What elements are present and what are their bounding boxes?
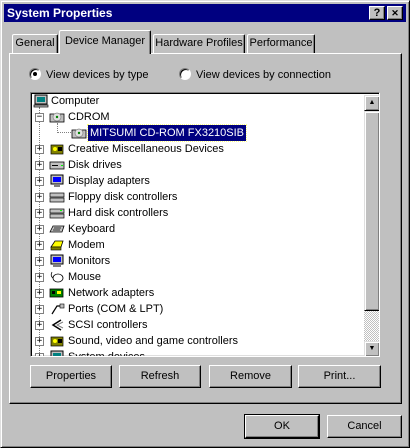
remove-button[interactable]: Remove — [209, 365, 292, 388]
arrow-up-icon: ▲ — [368, 99, 376, 106]
device-tree[interactable]: Computer − CDROM MITSUMI CD-ROM FX3210SI… — [30, 92, 380, 357]
expand-icon[interactable]: + — [35, 353, 44, 356]
tree-item-label: Floppy disk controllers — [68, 191, 178, 203]
expand-icon[interactable]: + — [35, 161, 44, 170]
port-icon — [51, 303, 65, 315]
scroll-up-button[interactable]: ▲ — [364, 95, 379, 111]
expand-icon[interactable]: + — [35, 289, 44, 298]
tree-scrollbar[interactable]: ▲ ▼ — [364, 95, 379, 356]
tree-item-label: Sound, video and game controllers — [68, 335, 238, 347]
system-properties-window: System Properties ? ✕ General Device Man… — [0, 0, 410, 448]
close-button[interactable]: ✕ — [387, 6, 403, 20]
expand-icon[interactable]: + — [35, 337, 44, 346]
keyboard-icon — [49, 225, 65, 233]
display-icon — [50, 174, 64, 187]
tab-general-label: General — [15, 37, 55, 49]
tree-item-label: Network adapters — [68, 287, 155, 299]
tab-performance-label: Performance — [249, 37, 313, 49]
expand-icon[interactable]: + — [35, 321, 44, 330]
cdrom-icon — [71, 128, 87, 139]
refresh-button[interactable]: Refresh — [119, 365, 201, 388]
help-button[interactable]: ? — [369, 6, 385, 20]
network-icon — [49, 288, 64, 298]
expand-icon[interactable]: + — [35, 145, 44, 154]
tab-hardware-profiles[interactable]: Hardware Profiles — [153, 34, 245, 53]
close-icon: ✕ — [391, 8, 399, 18]
tree-item-label: Monitors — [68, 255, 111, 267]
scsi-icon — [51, 319, 64, 331]
expand-icon[interactable]: + — [35, 225, 44, 234]
view-by-type-label[interactable]: View devices by type — [46, 68, 149, 82]
properties-button[interactable]: Properties — [30, 365, 112, 388]
disk-drive-icon — [49, 161, 65, 170]
title-bar[interactable]: System Properties ? ✕ — [4, 4, 406, 22]
tree-item-label: Display adapters — [68, 175, 150, 187]
tab-device-manager-label: Device Manager — [64, 35, 146, 47]
mouse-icon — [50, 271, 64, 283]
expand-icon[interactable]: + — [35, 257, 44, 266]
tree-item-label: Mouse — [68, 271, 102, 283]
sound-icon — [50, 336, 64, 347]
tab-device-manager[interactable]: Device Manager — [59, 30, 151, 54]
ok-button[interactable]: OK — [244, 414, 320, 439]
tree-item-label: Ports (COM & LPT) — [68, 303, 164, 315]
cdrom-icon — [49, 112, 65, 123]
cancel-button[interactable]: Cancel — [327, 415, 402, 438]
tree-item-label: Hard disk controllers — [68, 207, 169, 219]
arrow-down-icon: ▼ — [368, 345, 376, 352]
computer-icon — [50, 350, 64, 356]
expand-icon[interactable]: + — [35, 305, 44, 314]
scroll-thumb[interactable] — [364, 111, 379, 311]
expand-icon[interactable]: + — [35, 193, 44, 202]
window-title: System Properties — [7, 6, 113, 20]
expand-icon[interactable]: + — [35, 177, 44, 186]
expand-icon[interactable]: + — [35, 241, 44, 250]
tree-item-label: SCSI controllers — [68, 319, 148, 331]
view-by-connection-radio[interactable] — [179, 68, 191, 80]
view-by-connection-label[interactable]: View devices by connection — [196, 68, 331, 82]
tab-performance[interactable]: Performance — [247, 34, 315, 53]
tree-item-label: Keyboard — [68, 223, 116, 235]
print-button[interactable]: Print... — [298, 365, 381, 388]
expand-icon[interactable]: + — [35, 273, 44, 282]
tree-item-label-selected: MITSUMI CD-ROM FX3210SIB — [86, 124, 248, 142]
computer-icon — [33, 94, 49, 108]
hdd-controller-icon — [49, 208, 65, 219]
tree-item-label: CDROM — [68, 111, 110, 123]
sound-icon — [50, 144, 64, 155]
modem-icon — [50, 240, 64, 251]
help-icon: ? — [373, 7, 381, 19]
view-by-type-radio[interactable] — [29, 68, 41, 80]
tree-item-label: System devices — [68, 351, 146, 357]
expand-icon[interactable]: + — [35, 209, 44, 218]
tree-item-label: Creative Miscellaneous Devices — [68, 143, 224, 155]
tree-item-label: Modem — [68, 239, 105, 251]
tree-item-label: Disk drives — [68, 159, 122, 171]
floppy-controller-icon — [49, 192, 65, 203]
tab-hardware-profiles-label: Hardware Profiles — [155, 37, 243, 49]
scroll-down-button[interactable]: ▼ — [364, 341, 379, 356]
tree-item-label: Computer — [51, 95, 100, 107]
monitor-icon — [50, 254, 64, 267]
tab-general[interactable]: General — [12, 34, 58, 53]
collapse-icon[interactable]: − — [35, 113, 44, 122]
